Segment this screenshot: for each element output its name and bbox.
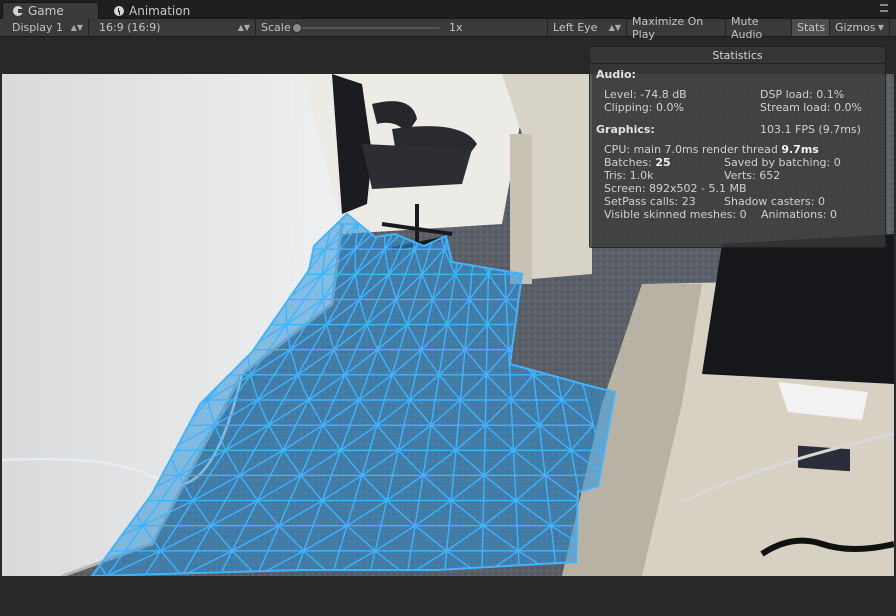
tab-animation[interactable]: Animation <box>104 2 214 19</box>
statistics-panel: Statistics Audio: Level: -74.8 dB DSP lo… <box>589 46 886 248</box>
batches: Batches: 25 <box>604 156 671 169</box>
scale-value: 1x <box>449 21 463 34</box>
stats-label: Stats <box>797 21 826 34</box>
dropdown-arrow-icon: ▲▼ <box>608 23 621 32</box>
dropdown-arrow-icon: ▲▼ <box>70 23 83 32</box>
far-desk-side <box>510 134 532 284</box>
tab-game-label: Game <box>28 4 64 18</box>
verts-count: Verts: 652 <box>724 169 781 182</box>
batches-value: 25 <box>655 156 671 169</box>
mesh-edge <box>483 450 486 476</box>
display-dropdown-label: Display 1 <box>12 21 64 34</box>
menu-lines-icon <box>880 4 888 12</box>
scale-label: Scale <box>261 21 291 34</box>
cpu-main: CPU: main 7.0ms render thread <box>604 143 782 156</box>
visible-skinned-meshes: Visible skinned meshes: 0 <box>604 208 747 221</box>
aspect-dropdown-label: 16:9 (16:9) <box>99 21 161 34</box>
monitor <box>702 234 894 384</box>
stream-load: Stream load: 0.0% <box>760 101 862 114</box>
photo-card-image <box>798 445 850 472</box>
statistics-title: Statistics <box>590 47 885 64</box>
tab-game[interactable]: Game <box>2 2 99 19</box>
scale-control: Scale 1x <box>256 19 466 36</box>
stats-button[interactable]: Stats <box>792 19 830 36</box>
scale-slider-track[interactable] <box>294 27 440 29</box>
mesh-edge <box>482 500 485 526</box>
game-toolbar: Display 1 ▲▼ 16:9 (16:9) ▲▼ Scale 1x Lef… <box>0 15 896 41</box>
scale-slider-knob[interactable] <box>292 23 302 33</box>
setpass-calls: SetPass calls: 23 <box>604 195 696 208</box>
mesh-edge <box>484 399 487 426</box>
mesh-edge <box>481 525 484 551</box>
eye-dropdown[interactable]: Left Eye ▲▼ <box>547 19 627 36</box>
mesh-edge <box>483 425 486 451</box>
mesh-edge <box>486 299 489 325</box>
batches-label: Batches: <box>604 156 656 169</box>
screen-size: Screen: 892x502 - 5.1 MB <box>604 182 747 195</box>
shadow-casters: Shadow casters: 0 <box>724 195 825 208</box>
animations-count: Animations: 0 <box>761 208 838 221</box>
mesh-edge <box>485 349 488 375</box>
cpu-timing: CPU: main 7.0ms render thread 9.7ms <box>604 143 819 156</box>
audio-clipping: Clipping: 0.0% <box>604 101 684 114</box>
cpu-render-thread: 9.7ms <box>781 143 819 156</box>
window-menu-button[interactable] <box>880 4 888 12</box>
mesh-edge <box>485 374 487 401</box>
mute-audio-label: Mute Audio <box>731 14 763 41</box>
tab-animation-label: Animation <box>129 3 191 18</box>
aspect-dropdown[interactable]: 16:9 (16:9) ▲▼ <box>94 19 256 36</box>
saved-by-batching: Saved by batching: 0 <box>724 156 841 169</box>
eye-dropdown-label: Left Eye <box>553 21 598 34</box>
display-dropdown[interactable]: Display 1 ▲▼ <box>7 19 89 36</box>
mute-audio-button[interactable]: Mute Audio <box>726 15 792 41</box>
pacman-icon <box>13 6 23 16</box>
chair-seat <box>362 144 472 189</box>
graphics-header: Graphics: <box>596 123 655 136</box>
dsp-load: DSP load: 0.1% <box>760 88 845 101</box>
clock-icon <box>114 5 124 16</box>
audio-level: Level: -74.8 dB <box>604 88 687 101</box>
gizmos-dropdown[interactable]: Gizmos ▼ <box>830 19 890 36</box>
mesh-edge <box>487 274 490 300</box>
mesh-edge <box>486 324 489 350</box>
mesh-edge <box>482 475 485 501</box>
dropdown-arrow-icon: ▲▼ <box>237 23 250 32</box>
maximize-on-play-button[interactable]: Maximize On Play <box>627 15 726 41</box>
fps-readout: 103.1 FPS (9.7ms) <box>760 123 861 136</box>
maximize-on-play-label: Maximize On Play <box>632 14 704 41</box>
tris-count: Tris: 1.0k <box>604 169 654 182</box>
dropdown-arrow-icon: ▼ <box>877 23 884 32</box>
audio-header: Audio: <box>596 68 636 81</box>
gizmos-label: Gizmos <box>835 21 876 34</box>
bottom-bar <box>0 576 896 616</box>
